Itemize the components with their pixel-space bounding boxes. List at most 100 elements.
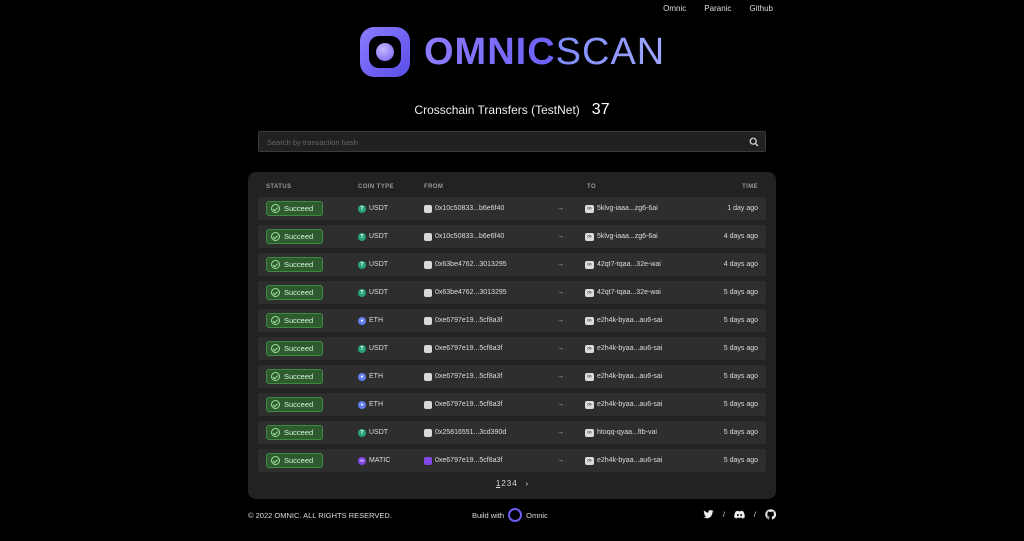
ethereum-icon: ♦ xyxy=(358,372,366,381)
to-cell: ∞ e2h4k-byaa...au6-sai xyxy=(585,337,662,360)
status-badge: Succeed xyxy=(266,257,324,272)
status-text: Succeed xyxy=(284,456,314,465)
column-time: TIME xyxy=(742,184,758,190)
status-badge: Succeed xyxy=(266,313,324,328)
from-address[interactable]: 0x63be4762...3013295 xyxy=(435,289,507,296)
from-cell: 0xe6797e19...5cf8a3f xyxy=(424,309,502,332)
next-page-button[interactable]: › xyxy=(525,479,528,488)
table-row[interactable]: Succeed T USDT 0xe6797e19...5cf8a3f → ∞ e2h4k-… xyxy=(258,337,766,360)
search-input[interactable] xyxy=(259,133,765,152)
to-address[interactable]: e2h4k-byaa...au6-sai xyxy=(597,457,662,464)
build-with-omnic[interactable]: Build with Omnic xyxy=(472,508,548,522)
column-to: TO xyxy=(587,184,597,190)
page-1[interactable]: 1 xyxy=(496,479,500,488)
to-address[interactable]: 42qt7-tqaa...32e-wai xyxy=(597,289,661,296)
omnicscan-logo[interactable]: OMNICSCAN xyxy=(360,27,665,77)
ethereum-icon: ♦ xyxy=(358,316,366,325)
icp-chain-icon: ∞ xyxy=(585,344,594,353)
to-cell: ∞ 42qt7-tqaa...32e-wai xyxy=(585,281,661,304)
tether-icon: T xyxy=(358,204,366,213)
to-address[interactable]: e2h4k-byaa...au6-sai xyxy=(597,401,662,408)
build-brand: Omnic xyxy=(526,510,548,520)
from-address[interactable]: 0xe6797e19...5cf8a3f xyxy=(435,317,502,324)
page-3[interactable]: 3 xyxy=(507,479,511,488)
from-address[interactable]: 0x63be4762...3013295 xyxy=(435,261,507,268)
status-text: Succeed xyxy=(284,344,314,353)
omnic-mark-icon xyxy=(508,508,523,522)
to-address[interactable]: e2h4k-byaa...au6-sai xyxy=(597,317,662,324)
coin-type: MATIC xyxy=(369,457,391,464)
icp-chain-icon: ∞ xyxy=(585,316,594,325)
to-address[interactable]: 5klvg-iaaa...zg6-6ai xyxy=(597,233,658,240)
from-address[interactable]: 0x10c50833...b6e6f40 xyxy=(435,205,504,212)
from-address[interactable]: 0x25816551...3cd390d xyxy=(435,429,506,436)
check-circle-icon xyxy=(271,204,280,213)
nav-link-omnic[interactable]: Omnic xyxy=(663,4,686,13)
table-row[interactable]: Succeed T USDT 0x63be4762...3013295 → ∞ 42qt7-… xyxy=(258,253,766,276)
table-row[interactable]: Succeed T USDT 0x63be4762...3013295 → ∞ 42qt7-… xyxy=(258,281,766,304)
coin-type-cell: T USDT xyxy=(358,225,388,248)
arrow-right-icon: → xyxy=(557,289,564,296)
ethereum-chain-icon xyxy=(424,372,432,381)
table-row[interactable]: Succeed ♦ ETH 0xe6797e19...5cf8a3f → ∞ e2h4k-b… xyxy=(258,393,766,416)
page-4[interactable]: 4 xyxy=(512,479,516,488)
time-cell: 5 days ago xyxy=(723,289,758,296)
column-coin-type: COIN TYPE xyxy=(358,184,394,190)
to-cell: ∞ e2h4k-byaa...au6-sai xyxy=(585,393,662,416)
brand-bold: OMNIC xyxy=(424,31,556,73)
from-cell: 0x10c50833...b6e6f40 xyxy=(424,197,504,220)
time-cell: 4 days ago xyxy=(723,233,758,240)
discord-icon[interactable] xyxy=(734,509,745,520)
social-separator: / xyxy=(753,510,756,519)
omnic-logo-icon xyxy=(360,27,410,77)
polygon-icon: ∞ xyxy=(358,456,366,465)
from-address[interactable]: 0x10c50833...b6e6f40 xyxy=(435,233,504,240)
twitter-icon[interactable] xyxy=(703,509,714,520)
table-row[interactable]: Succeed ∞ MATIC 0xe6797e19...5cf8a3f → ∞ e2h4k… xyxy=(258,449,766,472)
to-cell: ∞ 42qt7-tqaa...32e-wai xyxy=(585,253,661,276)
check-circle-icon xyxy=(271,428,280,437)
from-address[interactable]: 0xe6797e19...5cf8a3f xyxy=(435,345,502,352)
from-cell: 0x25816551...3cd390d xyxy=(424,421,506,444)
status-text: Succeed xyxy=(284,232,314,241)
check-circle-icon xyxy=(271,288,280,297)
icp-chain-icon: ∞ xyxy=(585,260,594,269)
table-row[interactable]: Succeed T USDT 0x25816551...3cd390d → ∞ htoqq-… xyxy=(258,421,766,444)
from-address[interactable]: 0xe6797e19...5cf8a3f xyxy=(435,457,502,464)
arrow-right-icon: → xyxy=(557,345,564,352)
from-address[interactable]: 0xe6797e19...5cf8a3f xyxy=(435,373,502,380)
coin-type-cell: ∞ MATIC xyxy=(358,449,390,472)
status-badge: Succeed xyxy=(266,453,324,468)
page-2[interactable]: 2 xyxy=(501,479,505,488)
nav-link-paranic[interactable]: Paranic xyxy=(704,4,731,13)
to-address[interactable]: htoqq-qyaa...ftb-vai xyxy=(597,429,657,436)
ethereum-chain-icon xyxy=(424,288,432,297)
time-cell: 4 days ago xyxy=(723,261,758,268)
coin-type: USDT xyxy=(369,261,389,268)
to-cell: ∞ e2h4k-byaa...au6-sai xyxy=(585,365,662,388)
to-address[interactable]: e2h4k-byaa...au6-sai xyxy=(597,373,662,380)
status-text: Succeed xyxy=(284,400,314,409)
coin-type-cell: T USDT xyxy=(358,253,388,276)
to-cell: ∞ htoqq-qyaa...ftb-vai xyxy=(585,421,657,444)
coin-type-cell: T USDT xyxy=(358,421,388,444)
to-address[interactable]: e2h4k-byaa...au6-sai xyxy=(597,345,662,352)
table-row[interactable]: Succeed ♦ ETH 0xe6797e19...5cf8a3f → ∞ e2h4k-b… xyxy=(258,309,766,332)
from-cell: 0x63be4762...3013295 xyxy=(424,253,507,276)
table-row[interactable]: Succeed ♦ ETH 0xe6797e19...5cf8a3f → ∞ e2h4k-b… xyxy=(258,365,766,388)
status-badge: Succeed xyxy=(266,397,324,412)
ethereum-chain-icon xyxy=(424,316,432,325)
search-icon[interactable] xyxy=(749,137,759,147)
table-row[interactable]: Succeed T USDT 0x10c50833...b6e6f40 → ∞ 5klvg-… xyxy=(258,197,766,220)
check-circle-icon xyxy=(271,344,280,353)
table-row[interactable]: Succeed T USDT 0x10c50833...b6e6f40 → ∞ 5klvg-… xyxy=(258,225,766,248)
nav-link-github[interactable]: Github xyxy=(749,4,773,13)
to-address[interactable]: 42qt7-tqaa...32e-wai xyxy=(597,261,661,268)
time-cell: 1 day ago xyxy=(727,205,758,212)
from-address[interactable]: 0xe6797e19...5cf8a3f xyxy=(435,401,502,408)
time-cell: 5 days ago xyxy=(723,317,758,324)
to-cell: ∞ e2h4k-byaa...au6-sai xyxy=(585,309,662,332)
arrow-right-icon: → xyxy=(557,373,564,380)
to-address[interactable]: 5klvg-iaaa...zg6-6ai xyxy=(597,205,658,212)
github-icon[interactable] xyxy=(765,509,776,520)
